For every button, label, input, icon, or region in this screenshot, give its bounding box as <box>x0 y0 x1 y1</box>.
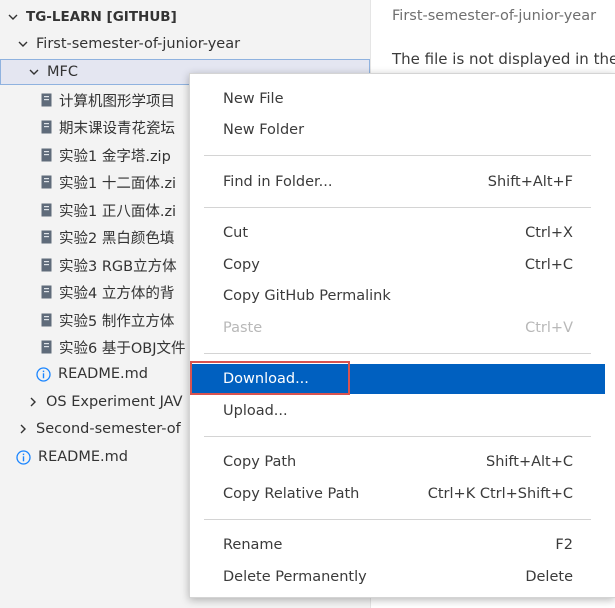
menu-item-download[interactable]: Download... <box>190 361 605 395</box>
menu-item-new-folder[interactable]: New Folder <box>190 115 605 145</box>
tree-folder-label: Second-semester-of <box>36 421 181 437</box>
tree-folder-label: MFC <box>47 64 78 80</box>
tree-root[interactable]: TG-LEARN [GITHUB] <box>0 4 370 30</box>
tree-file-label: 期末课设青花瓷坛 <box>59 120 175 137</box>
tree-file-label: 实验1 正八面体.zi <box>59 203 177 220</box>
file-icon <box>40 175 52 189</box>
tree-folder-label: OS Experiment JAV <box>46 394 183 410</box>
tree-file-label: 计算机图形学项目 <box>59 93 175 110</box>
menu-item-label: New Folder <box>223 122 305 138</box>
menu-separator <box>204 519 591 520</box>
menu-item-copy-permalink[interactable]: Copy GitHub Permalink <box>190 281 605 311</box>
tree-file-label: 实验5 制作立方体 <box>59 313 175 330</box>
menu-item-delete[interactable]: Delete Permanently Delete <box>190 562 605 592</box>
info-icon <box>16 449 31 465</box>
tree-file-label: 实验1 金字塔.zip <box>59 148 171 165</box>
menu-item-label: New File <box>223 91 284 107</box>
menu-item-shortcut: Delete <box>525 569 573 585</box>
file-icon <box>40 93 52 107</box>
file-icon <box>40 120 52 134</box>
tree-folder-label: First-semester-of-junior-year <box>36 36 241 52</box>
file-icon <box>40 258 52 272</box>
chevron-down-icon[interactable] <box>16 37 30 51</box>
tree-file-label: 实验3 RGB立方体 <box>59 258 177 275</box>
file-icon <box>40 340 52 354</box>
menu-item-shortcut: Ctrl+V <box>525 320 573 336</box>
context-menu: New File New Folder Find in Folder... Sh… <box>189 73 615 598</box>
editor-message: The file is not displayed in the <box>392 50 615 68</box>
tree-folder-junior1[interactable]: First-semester-of-junior-year <box>0 31 370 57</box>
chevron-right-icon[interactable] <box>16 422 30 436</box>
menu-item-label: Copy Relative Path <box>223 486 360 502</box>
menu-item-shortcut: Ctrl+X <box>525 225 573 241</box>
tree-file-label: README.md <box>38 449 128 465</box>
menu-item-copy-relative-path[interactable]: Copy Relative Path Ctrl+K Ctrl+Shift+C <box>190 479 605 509</box>
info-icon <box>36 366 51 382</box>
menu-item-new-file[interactable]: New File <box>190 84 605 114</box>
file-icon <box>40 230 52 244</box>
menu-item-label: Rename <box>223 537 283 553</box>
tree-file-label: README.md <box>58 366 148 382</box>
menu-item-label: Delete Permanently <box>223 569 367 585</box>
menu-item-shortcut: Shift+Alt+C <box>485 454 573 470</box>
menu-item-copy-path[interactable]: Copy Path Shift+Alt+C <box>190 447 605 477</box>
menu-item-copy[interactable]: Copy Ctrl+C <box>190 250 605 280</box>
menu-item-find-in-folder[interactable]: Find in Folder... Shift+Alt+F <box>190 167 605 197</box>
menu-item-upload[interactable]: Upload... <box>190 396 605 426</box>
menu-item-label: Cut <box>223 225 248 241</box>
menu-item-shortcut: F2 <box>555 537 573 553</box>
menu-item-paste: Paste Ctrl+V <box>190 313 605 343</box>
menu-item-shortcut: Ctrl+K Ctrl+Shift+C <box>427 486 573 502</box>
menu-item-label: Upload... <box>223 403 288 419</box>
tree-file-label: 实验2 黑白颜色填 <box>59 230 175 247</box>
menu-item-label: Find in Folder... <box>223 174 333 190</box>
app-window: TG-LEARN [GITHUB] First-semester-of-juni… <box>0 0 615 608</box>
tree-file-label: 实验4 立方体的背 <box>59 285 175 302</box>
menu-item-label: Paste <box>223 320 263 336</box>
breadcrumb[interactable]: First-semester-of-junior-year <box>392 8 596 24</box>
tree-file-label: 实验1 十二面体.zi <box>59 175 177 192</box>
menu-item-label: Copy GitHub Permalink <box>223 288 391 304</box>
file-icon <box>40 148 52 162</box>
file-icon <box>40 313 52 327</box>
chevron-down-icon[interactable] <box>6 10 20 24</box>
file-icon <box>40 203 52 217</box>
menu-separator <box>204 353 591 354</box>
tree-root-label: TG-LEARN [GITHUB] <box>26 9 177 25</box>
menu-separator <box>204 207 591 208</box>
menu-separator <box>204 155 591 156</box>
chevron-right-icon[interactable] <box>26 395 40 409</box>
menu-item-cut[interactable]: Cut Ctrl+X <box>190 218 605 248</box>
tree-file-label: 实验6 基于OBJ文件 <box>59 340 186 357</box>
menu-item-label: Copy Path <box>223 454 297 470</box>
menu-separator <box>204 436 591 437</box>
menu-item-label: Download... <box>223 371 309 387</box>
menu-item-rename[interactable]: Rename F2 <box>190 530 605 560</box>
file-icon <box>40 285 52 299</box>
menu-item-shortcut: Shift+Alt+F <box>487 174 573 190</box>
chevron-down-icon[interactable] <box>27 65 41 79</box>
menu-item-label: Copy <box>223 257 260 273</box>
menu-item-shortcut: Ctrl+C <box>524 257 573 273</box>
